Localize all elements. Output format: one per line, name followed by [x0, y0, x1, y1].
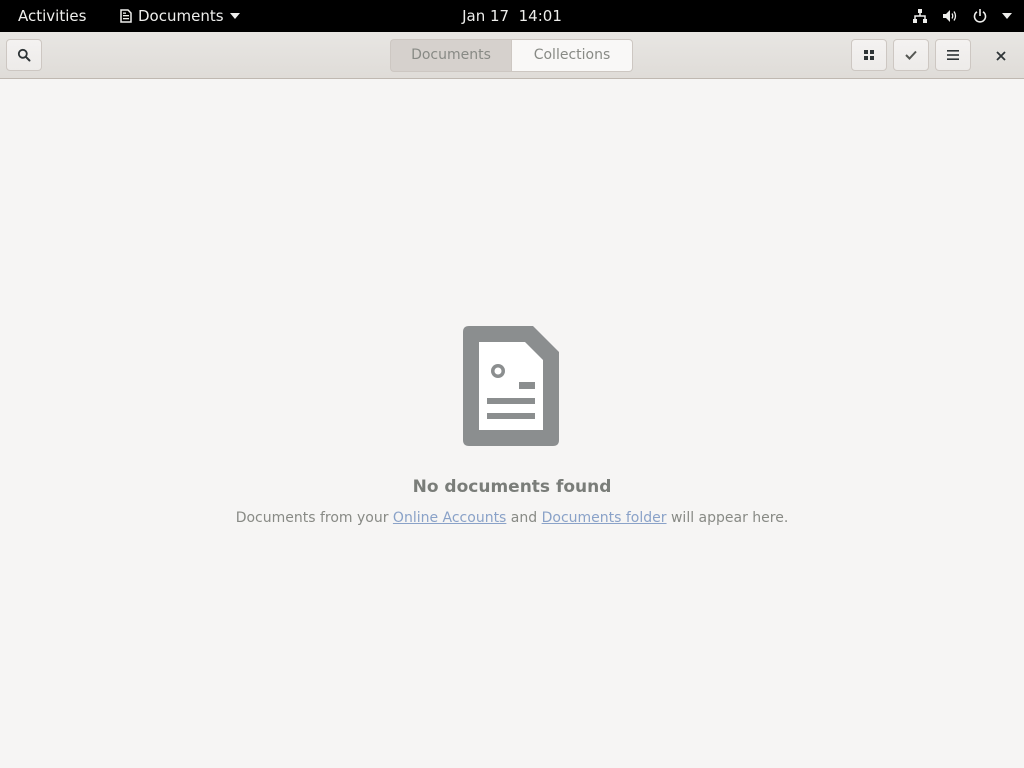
header-bar: Documents Collections: [0, 32, 1024, 79]
grid-view-button[interactable]: [851, 39, 887, 71]
empty-desc-prefix: Documents from your: [235, 510, 393, 526]
system-tray[interactable]: [912, 0, 1012, 32]
empty-state-title: No documents found: [412, 477, 612, 497]
search-icon: [17, 48, 31, 62]
empty-state-description: Documents from your Online Accounts and …: [0, 510, 1024, 526]
empty-desc-middle: and: [506, 510, 542, 526]
gnome-top-bar: Activities Documents Jan 17 14:01: [0, 0, 1024, 32]
checkmark-icon: [905, 50, 917, 60]
clock-label: Jan 17 14:01: [462, 7, 562, 25]
tab-collections[interactable]: Collections: [511, 39, 633, 72]
selection-mode-button[interactable]: [893, 39, 929, 71]
tab-documents[interactable]: Documents: [390, 39, 511, 72]
documents-folder-link[interactable]: Documents folder: [542, 510, 667, 526]
close-icon: [996, 46, 1006, 65]
clock[interactable]: Jan 17 14:01: [0, 0, 1024, 32]
view-switcher: Documents Collections: [390, 39, 633, 72]
document-placeholder-icon: [463, 326, 559, 446]
grid-view-icon: [864, 50, 874, 60]
search-button[interactable]: [6, 39, 42, 71]
system-menu-chevron-icon: [1002, 13, 1012, 19]
close-window-button[interactable]: [986, 39, 1016, 71]
power-icon: [972, 8, 988, 24]
main-menu-button[interactable]: [935, 39, 971, 71]
hamburger-menu-icon: [947, 50, 959, 60]
empty-desc-suffix: will appear here.: [666, 510, 789, 526]
volume-icon: [942, 8, 958, 24]
network-icon: [912, 8, 928, 24]
online-accounts-link[interactable]: Online Accounts: [393, 510, 506, 526]
